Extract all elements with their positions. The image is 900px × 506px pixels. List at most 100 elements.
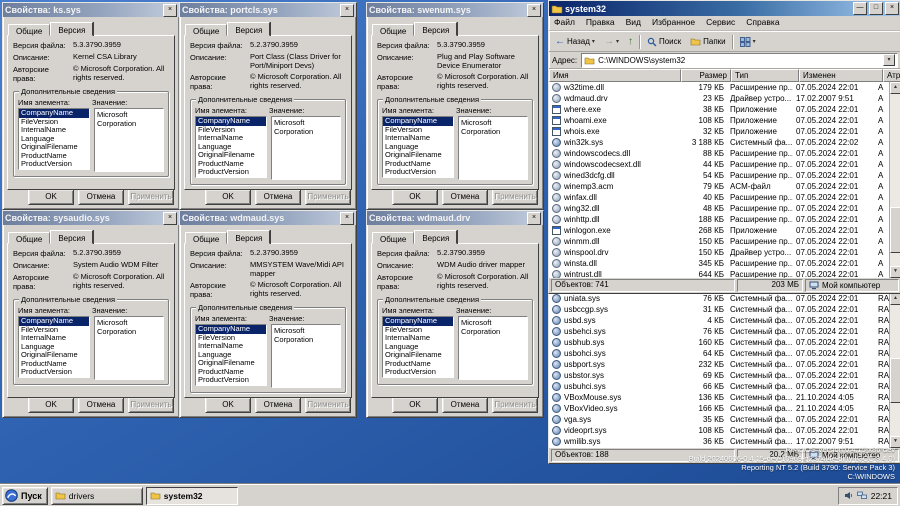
scroll-down-icon[interactable]: ▼ <box>890 266 900 278</box>
dialog-titlebar[interactable]: Свойства: sysaudio.sys × <box>3 211 179 225</box>
address-dropdown-icon[interactable]: ▾ <box>883 54 895 66</box>
file-row[interactable]: VBoxVideo.sys 166 КБ Системный фа... 21.… <box>549 403 890 414</box>
dialog-titlebar[interactable]: Свойства: ks.sys × <box>3 3 179 17</box>
file-row[interactable]: winsta.dll 345 КБ Расширение пр... 07.05… <box>549 258 890 269</box>
ok-button[interactable]: OK <box>28 189 74 205</box>
list-item[interactable]: ProductVersion <box>383 168 453 177</box>
column-header-type[interactable]: Тип <box>731 69 799 82</box>
tab-general[interactable]: Общие <box>8 24 50 36</box>
tab-general[interactable]: Общие <box>185 232 227 244</box>
file-row[interactable]: win32k.sys 3 188 КБ Системный фа... 07.0… <box>549 137 890 148</box>
folders-button[interactable]: Папки <box>687 36 729 47</box>
file-row[interactable]: where.exe 38 КБ Приложение 07.05.2024 22… <box>549 104 890 115</box>
tab-version[interactable]: Версия <box>50 230 93 244</box>
list-item[interactable]: ProductVersion <box>19 160 89 169</box>
scrollbar[interactable]: ▲ ▼ <box>889 82 900 278</box>
tab-general[interactable]: Общие <box>185 24 227 36</box>
menu-tools[interactable]: Сервис <box>706 17 735 29</box>
file-row[interactable]: wintrust.dll 644 КБ Расширение пр... 07.… <box>549 269 890 278</box>
close-icon[interactable]: × <box>163 212 177 225</box>
item-name-listbox[interactable]: CompanyName FileVersion InternalName Lan… <box>18 316 90 378</box>
close-icon[interactable]: × <box>885 2 899 15</box>
dialog-titlebar[interactable]: Свойства: wdmaud.drv × <box>367 211 543 225</box>
views-dropdown-icon[interactable]: ▾ <box>753 38 756 45</box>
apply-button[interactable]: Применить <box>128 189 174 205</box>
file-row[interactable]: usbhub.sys 160 КБ Системный фа... 07.05.… <box>549 337 890 348</box>
views-button[interactable]: ▾ <box>737 36 759 48</box>
file-row[interactable]: vga.sys 35 КБ Системный фа... 07.05.2024… <box>549 414 890 425</box>
file-row[interactable]: usbstor.sys 69 КБ Системный фа... 07.05.… <box>549 370 890 381</box>
tab-general[interactable]: Общие <box>372 24 414 36</box>
ok-button[interactable]: OK <box>205 189 251 205</box>
tab-version[interactable]: Версия <box>414 22 457 36</box>
forward-button[interactable]: → ▾ <box>601 36 622 48</box>
apply-button[interactable]: Применить <box>305 189 351 205</box>
tab-version[interactable]: Версия <box>50 22 93 36</box>
item-name-listbox[interactable]: CompanyName FileVersion InternalName Lan… <box>382 316 454 378</box>
window-titlebar[interactable]: system32 — □ × <box>549 1 900 16</box>
close-icon[interactable]: × <box>527 4 541 17</box>
file-row[interactable]: usbd.sys 4 КБ Системный фа... 07.05.2024… <box>549 315 890 326</box>
tab-general[interactable]: Общие <box>8 232 50 244</box>
cancel-button[interactable]: Отмена <box>78 189 124 205</box>
file-row[interactable]: videoprt.sys 108 КБ Системный фа... 07.0… <box>549 425 890 436</box>
menu-file[interactable]: Файл <box>554 17 575 29</box>
file-row[interactable]: usbuhci.sys 66 КБ Системный фа... 07.05.… <box>549 381 890 392</box>
file-row[interactable]: whoami.exe 108 КБ Приложение 07.05.2024 … <box>549 115 890 126</box>
menu-view[interactable]: Вид <box>626 17 641 29</box>
menu-edit[interactable]: Правка <box>586 17 615 29</box>
address-input[interactable]: C:\WINDOWS\system32 ▾ <box>581 53 898 68</box>
dialog-titlebar[interactable]: Свойства: swenum.sys × <box>367 3 543 17</box>
taskbar-button-drivers[interactable]: drivers <box>51 487 143 505</box>
apply-button[interactable]: Применить <box>128 397 174 413</box>
tab-version[interactable]: Версия <box>227 230 270 244</box>
ok-button[interactable]: OK <box>205 397 251 413</box>
file-row[interactable]: wing32.dll 48 КБ Расширение пр... 07.05.… <box>549 203 890 214</box>
cancel-button[interactable]: Отмена <box>78 397 124 413</box>
file-row[interactable]: winfax.dll 40 КБ Расширение пр... 07.05.… <box>549 192 890 203</box>
ok-button[interactable]: OK <box>392 397 438 413</box>
tab-general[interactable]: Общие <box>372 232 414 244</box>
file-row[interactable]: winhttp.dll 188 КБ Расширение пр... 07.0… <box>549 214 890 225</box>
item-name-listbox[interactable]: CompanyName FileVersion InternalName Lan… <box>195 116 267 178</box>
close-icon[interactable]: × <box>340 4 354 17</box>
item-name-listbox[interactable]: CompanyName FileVersion InternalName Lan… <box>195 324 267 386</box>
ok-button[interactable]: OK <box>28 397 74 413</box>
scroll-thumb[interactable] <box>890 207 900 252</box>
minimize-icon[interactable]: — <box>853 2 867 15</box>
file-row[interactable]: winmm.dll 150 КБ Расширение пр... 07.05.… <box>549 236 890 247</box>
column-header-modified[interactable]: Изменен <box>799 69 883 82</box>
scroll-thumb[interactable] <box>890 358 900 403</box>
file-row[interactable]: wdmaud.drv 23 КБ Драйвер устро... 17.02.… <box>549 93 890 104</box>
list-item[interactable]: ProductVersion <box>383 368 453 377</box>
tab-version[interactable]: Версия <box>414 230 457 244</box>
close-icon[interactable]: × <box>527 212 541 225</box>
list-item[interactable]: ProductVersion <box>19 368 89 377</box>
taskbar-button-system32[interactable]: system32 <box>146 487 238 505</box>
list-item[interactable]: ProductVersion <box>196 168 266 177</box>
dialog-titlebar[interactable]: Свойства: portcls.sys × <box>180 3 356 17</box>
file-row[interactable]: windowscodecsext.dll 44 КБ Расширение пр… <box>549 159 890 170</box>
menu-favorites[interactable]: Избранное <box>652 17 695 29</box>
file-row[interactable]: whois.exe 32 КБ Приложение 07.05.2024 22… <box>549 126 890 137</box>
back-dropdown-icon[interactable]: ▾ <box>592 38 595 45</box>
file-row[interactable]: wined3dcfg.dll 54 КБ Расширение пр... 07… <box>549 170 890 181</box>
file-row[interactable]: winspool.drv 150 КБ Драйвер устро... 07.… <box>549 247 890 258</box>
scroll-up-icon[interactable]: ▲ <box>890 293 900 305</box>
column-header-size[interactable]: Размер <box>681 69 731 82</box>
file-row[interactable]: VBoxMouse.sys 136 КБ Системный фа... 21.… <box>549 392 890 403</box>
close-icon[interactable]: × <box>163 4 177 17</box>
apply-button[interactable]: Применить <box>492 397 538 413</box>
apply-button[interactable]: Применить <box>492 189 538 205</box>
column-header-attrs[interactable]: Атрибуты <box>883 69 900 82</box>
scroll-up-icon[interactable]: ▲ <box>890 82 900 94</box>
network-icon[interactable] <box>857 491 867 500</box>
file-row[interactable]: uniata.sys 76 КБ Системный фа... 07.05.2… <box>549 293 890 304</box>
cancel-button[interactable]: Отмена <box>255 189 301 205</box>
back-button[interactable]: ← Назад ▾ <box>552 36 598 48</box>
apply-button[interactable]: Применить <box>305 397 351 413</box>
search-button[interactable]: Поиск <box>644 36 684 48</box>
start-button[interactable]: Пуск <box>2 487 48 505</box>
close-icon[interactable]: × <box>340 212 354 225</box>
column-header-name[interactable]: Имя <box>549 69 681 82</box>
